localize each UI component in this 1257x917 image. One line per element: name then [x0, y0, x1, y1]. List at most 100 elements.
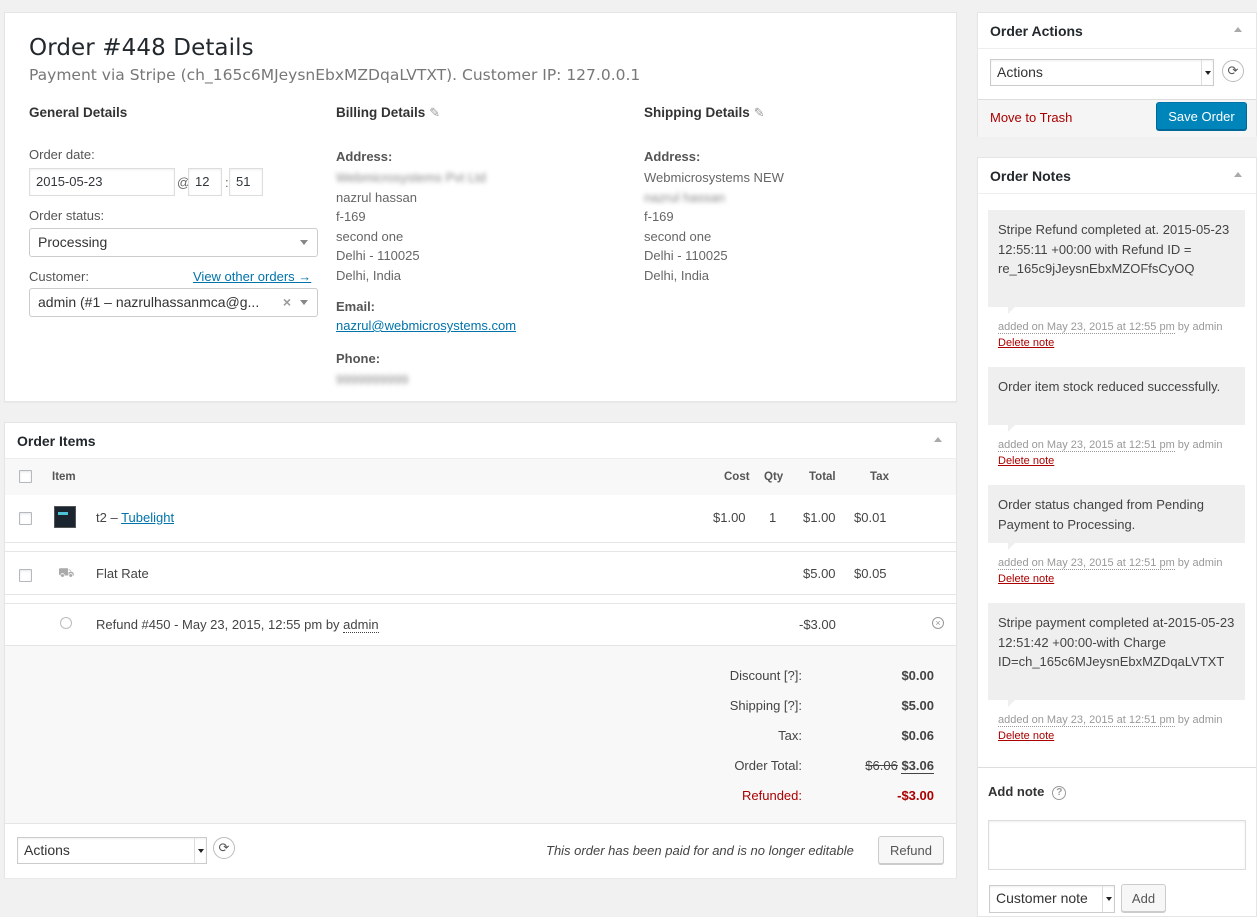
tax-value: $0.06	[901, 728, 934, 743]
tax-label: Tax:	[778, 728, 802, 743]
product-link[interactable]: Tubelight	[121, 510, 174, 525]
not-editable-notice: This order has been paid for and is no l…	[546, 843, 854, 858]
collapse-toggle-icon[interactable]	[1234, 27, 1242, 32]
note-author: by admin	[1174, 321, 1223, 333]
delete-note-link[interactable]: Delete note	[998, 730, 1054, 742]
clear-icon[interactable]: ×	[283, 294, 291, 310]
move-to-trash-link[interactable]: Move to Trash	[990, 110, 1072, 125]
order-items-panel: Order Items Item Cost Qty Total Tax t2 –…	[4, 422, 957, 878]
select-all-checkbox[interactable]	[19, 470, 32, 483]
billing-address-line: Delhi - 110025	[336, 248, 420, 263]
billing-phone: 9999999999	[336, 372, 409, 387]
delete-note-link[interactable]: Delete note	[998, 455, 1054, 467]
refresh-icon[interactable]: ⟳	[1222, 60, 1244, 82]
note-date: added on May 23, 2015 at 12:55 pm	[998, 321, 1175, 334]
billing-address-line: nazrul hassan	[336, 189, 417, 205]
collapse-toggle-icon[interactable]	[934, 437, 942, 442]
product-cost: $1.00	[713, 510, 746, 525]
shipping-details: Shipping Details ✎ Address: Webmicrosyste…	[644, 105, 934, 283]
discount-value: $0.00	[901, 668, 934, 683]
refunded-value: -$3.00	[897, 788, 934, 803]
note-type-select[interactable]: Customer note	[989, 885, 1115, 913]
shipping-address-line: Webmicrosystems NEW	[644, 170, 784, 185]
refresh-icon[interactable]: ⟳	[213, 837, 235, 859]
shipping-tax: $0.05	[854, 566, 887, 581]
refund-text: Refund #450 - May 23, 2015, 12:55 pm by	[96, 617, 344, 632]
pencil-icon[interactable]: ✎	[754, 105, 765, 120]
column-tax: Tax	[870, 471, 889, 483]
order-minute-input[interactable]: 51	[229, 168, 263, 196]
refunded-label: Refunded:	[742, 788, 802, 803]
pencil-icon[interactable]: ✎	[429, 105, 440, 120]
column-qty: Qty	[764, 471, 784, 483]
refund-by-user: admin	[343, 617, 379, 633]
product-total: $1.00	[803, 510, 836, 525]
order-status-value: Processing	[38, 234, 108, 250]
billing-address-line: Delhi, India	[336, 267, 402, 283]
chevron-down-icon	[1102, 886, 1114, 912]
note-meta: added on May 23, 2015 at 12:51 pm by adm…	[998, 555, 1238, 587]
shipping-total: $5.00	[803, 566, 836, 581]
order-subtitle: Payment via Stripe (ch_165c6MJeysnEbxMZD…	[29, 66, 641, 84]
billing-phone-label: Phone:	[336, 351, 381, 366]
refund-button[interactable]: Refund	[878, 836, 944, 864]
chevron-down-icon	[194, 838, 206, 863]
order-notes-heading: Order Notes	[990, 168, 1071, 184]
order-total-original: $6.06	[865, 758, 898, 773]
table-row: ⛟ Flat Rate $5.00 $0.05	[5, 551, 956, 595]
shipping-address-line: second one	[644, 228, 712, 244]
order-items-header: Order Items	[5, 423, 956, 459]
order-notes-panel: Order Notes Stripe Refund completed at. …	[977, 157, 1257, 917]
table-row: t2 – Tubelight $1.00 1 $1.00 $0.01	[5, 495, 956, 543]
order-total-value: $6.06 $3.06	[865, 758, 934, 774]
row-checkbox[interactable]	[19, 569, 32, 582]
note-type-value: Customer note	[996, 890, 1088, 906]
order-date-label: Order date:	[29, 147, 95, 162]
order-date-input[interactable]: 2015-05-23	[29, 168, 175, 196]
note-content: Stripe Refund completed at. 2015-05-23 1…	[988, 210, 1245, 314]
note-date: added on May 23, 2015 at 12:51 pm	[998, 714, 1175, 727]
row-checkbox[interactable]	[19, 512, 32, 525]
billing-email-link[interactable]: nazrul@webmicrosystems.com	[336, 318, 516, 333]
delete-note-link[interactable]: Delete note	[998, 337, 1054, 349]
billing-details-title: Billing Details	[336, 105, 426, 120]
customer-label: Customer:	[29, 269, 89, 284]
note-meta: added on May 23, 2015 at 12:51 pm by adm…	[998, 712, 1238, 744]
order-status-select[interactable]: Processing	[29, 228, 318, 257]
delete-note-link[interactable]: Delete note	[998, 573, 1054, 585]
general-details-heading: General Details	[29, 105, 128, 120]
note-meta: added on May 23, 2015 at 12:55 pm by adm…	[998, 319, 1238, 351]
customer-select[interactable]: admin (#1 – nazrulhassanmca@g... ×	[29, 288, 318, 317]
page-title: Order #448 Details	[29, 35, 254, 61]
items-table-header: Item Cost Qty Total Tax	[5, 459, 956, 495]
help-icon[interactable]: ?	[1052, 786, 1067, 800]
note-date: added on May 23, 2015 at 12:51 pm	[998, 557, 1175, 570]
bulk-actions-select[interactable]: Actions	[17, 837, 207, 864]
general-details: General Details Order date: 2015-05-23 @…	[29, 105, 319, 325]
order-action-select[interactable]: Actions	[990, 59, 1214, 86]
column-cost: Cost	[724, 471, 750, 483]
delete-refund-icon[interactable]: ×	[932, 617, 944, 629]
order-hour-input[interactable]: 12	[188, 168, 222, 196]
order-total-label: Order Total:	[734, 758, 802, 773]
order-actions-panel: Order Actions Actions ⟳ Move to Trash Sa…	[977, 12, 1257, 137]
add-note-button[interactable]: Add	[1121, 884, 1166, 912]
refund-amount: -$3.00	[799, 617, 836, 632]
add-note-textarea[interactable]	[988, 820, 1246, 870]
billing-address: Webmicrosystems Pvt Ltd nazrul hassan f-…	[336, 168, 486, 285]
order-action-value: Actions	[997, 64, 1043, 80]
order-items-footer: Actions ⟳ This order has been paid for a…	[5, 823, 956, 878]
shipping-details-heading: Shipping Details ✎	[644, 105, 934, 121]
table-row: Refund #450 - May 23, 2015, 12:55 pm by …	[5, 603, 956, 645]
save-order-button[interactable]: Save Order	[1156, 102, 1247, 130]
shipping-address-label: Address:	[644, 149, 701, 164]
order-data-panel: Order #448 Details Payment via Stripe (c…	[4, 12, 957, 402]
shipping-address-line: nazrul hassan	[644, 189, 725, 205]
collapse-toggle-icon[interactable]	[1234, 172, 1242, 177]
billing-address-label: Address:	[336, 149, 393, 164]
shipping-address-line: f-169	[644, 209, 674, 224]
note-author: by admin	[1174, 439, 1223, 451]
view-other-orders-link[interactable]: View other orders →	[193, 269, 311, 284]
shipping-label: Shipping [?]:	[729, 698, 802, 713]
bulk-actions-value: Actions	[24, 842, 70, 858]
